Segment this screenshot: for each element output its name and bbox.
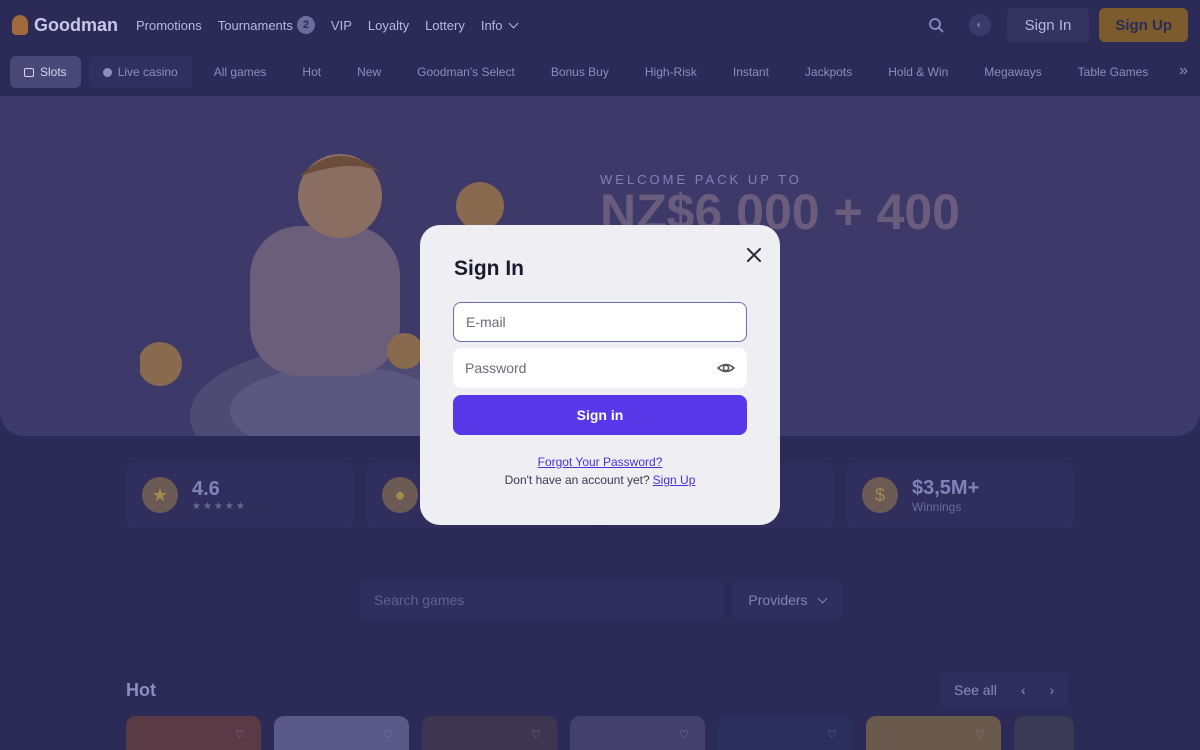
- sign-in-modal: Sign In Sign in Forgot Your Password? Do…: [420, 225, 780, 525]
- forgot-password-link[interactable]: Forgot Your Password?: [420, 455, 780, 469]
- email-field[interactable]: [453, 302, 747, 342]
- eye-icon[interactable]: [717, 359, 735, 377]
- password-field[interactable]: [453, 348, 747, 388]
- close-icon: [747, 248, 761, 262]
- email-input[interactable]: [466, 314, 734, 330]
- close-button[interactable]: [740, 241, 768, 269]
- no-account-text: Don't have an account yet? Sign Up: [420, 473, 780, 487]
- modal-title: Sign In: [454, 257, 524, 280]
- sign-in-submit-button[interactable]: Sign in: [453, 395, 747, 435]
- sign-up-link[interactable]: Sign Up: [653, 473, 696, 487]
- password-input[interactable]: [465, 360, 735, 376]
- no-account-label: Don't have an account yet?: [504, 473, 650, 487]
